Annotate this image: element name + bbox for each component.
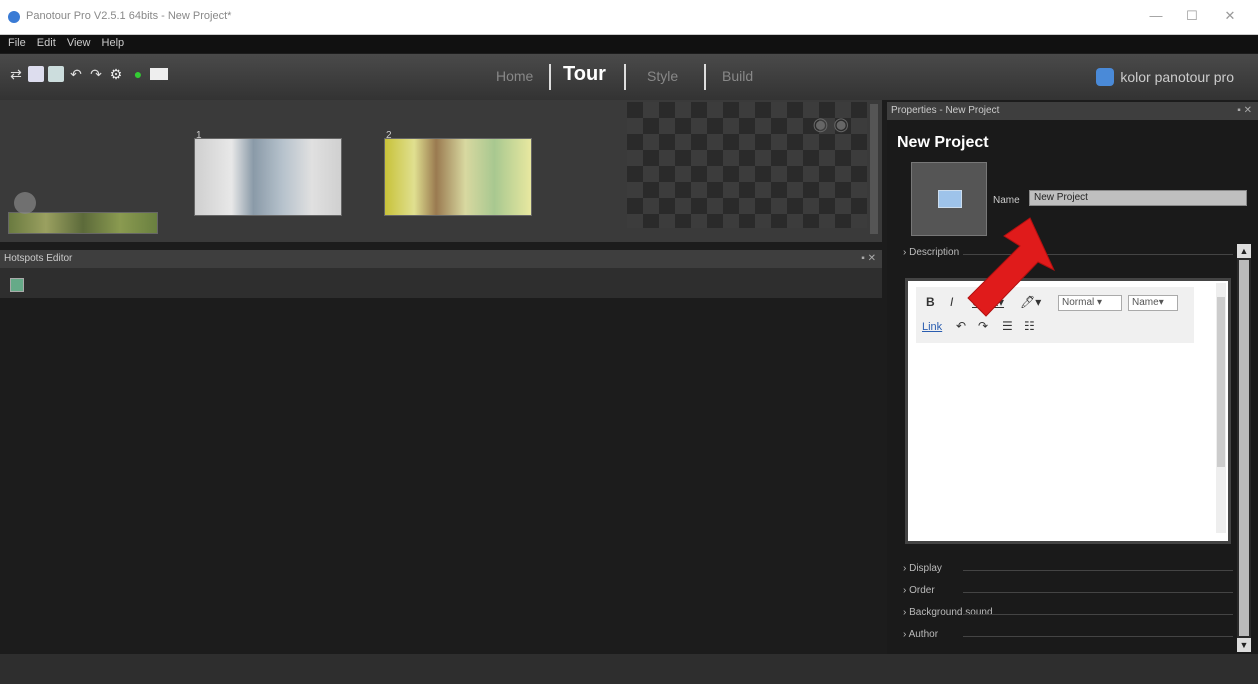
properties-scrollbar[interactable]: ▲ ▼ <box>1237 244 1251 652</box>
app-icon <box>8 11 20 23</box>
strip-scrollbar[interactable] <box>870 104 878 234</box>
tab-separator <box>704 64 706 90</box>
menu-file[interactable]: File <box>8 37 26 49</box>
editor-scrollbar[interactable] <box>1216 283 1226 533</box>
new-icon[interactable] <box>28 66 44 82</box>
save-icon[interactable] <box>48 66 64 82</box>
tab-home[interactable]: Home <box>496 68 533 84</box>
panel-title: Properties - New Project <box>891 105 1000 116</box>
section-display[interactable]: › Display <box>903 563 1233 574</box>
description-editor[interactable]: B I U A▾ 🖊▾ Normal ▾ Name▾ Link ↶ ↷ ☰ ☷ <box>905 278 1231 544</box>
main-toolbar: ⇄ ↶ ↷ ⚙ ● Home Tour Style Build kolor pa… <box>0 54 1258 100</box>
maximize-button[interactable]: ☐ <box>1182 8 1202 24</box>
redo-icon[interactable]: ↷ <box>978 319 988 333</box>
undo-icon[interactable]: ↶ <box>68 66 84 82</box>
section-order[interactable]: › Order <box>903 585 1233 596</box>
hotspot-icon[interactable] <box>10 278 24 292</box>
view-controls-icon: ◉ ◉ <box>812 114 849 134</box>
properties-panel: Properties - New Project ▪ ✕ New Project… <box>887 102 1258 654</box>
hotspots-toolbar <box>0 268 882 298</box>
panel-title: Hotspots Editor <box>4 253 73 264</box>
window-titlebar: Panotour Pro V2.5.1 64bits - New Project… <box>0 0 1258 35</box>
status-bar <box>0 654 1258 684</box>
brand-logo: kolor panotour pro <box>1096 68 1234 86</box>
section-background-sound[interactable]: › Background sound <box>903 607 1233 618</box>
close-button[interactable]: ✕ <box>1220 8 1240 24</box>
brand-name: kolor panotour pro <box>1120 69 1234 85</box>
minimize-button[interactable]: — <box>1146 8 1166 23</box>
project-name-input[interactable]: New Project <box>1029 190 1247 206</box>
image-icon <box>938 190 962 208</box>
menu-edit[interactable]: Edit <box>37 37 56 49</box>
font-select[interactable]: Name▾ <box>1128 295 1178 311</box>
hotspots-editor-panel: Hotspots Editor ▪ ✕ <box>0 250 882 654</box>
panel-controls-icon[interactable]: ▪ ✕ <box>1237 102 1252 120</box>
window-title: Panotour Pro V2.5.1 64bits - New Project… <box>26 10 232 22</box>
panorama-thumbnail[interactable] <box>384 138 532 216</box>
panel-header: Properties - New Project ▪ ✕ <box>887 102 1258 120</box>
play-icon[interactable]: ● <box>130 66 146 82</box>
scroll-down-arrow-icon[interactable]: ▼ <box>1237 638 1251 652</box>
settings-icon[interactable]: ⚙ <box>108 66 124 82</box>
tab-tour[interactable]: Tour <box>563 63 606 86</box>
section-description[interactable]: › Description <box>903 247 1233 258</box>
numbered-list-icon[interactable]: ☷ <box>1024 319 1035 333</box>
tab-build[interactable]: Build <box>722 68 753 84</box>
project-title: New Project <box>897 134 989 151</box>
italic-button[interactable]: I <box>950 295 953 309</box>
bullet-list-icon[interactable]: ☰ <box>1002 319 1013 333</box>
undo-icon[interactable]: ↶ <box>956 319 966 333</box>
link-button[interactable]: Link <box>922 321 942 333</box>
folder-icon[interactable] <box>150 68 168 80</box>
redo-icon[interactable]: ↷ <box>88 66 104 82</box>
panel-header: Hotspots Editor ▪ ✕ <box>0 250 882 268</box>
name-label: Name <box>993 195 1020 206</box>
menu-view[interactable]: View <box>67 37 91 49</box>
scrollbar-thumb[interactable] <box>1239 260 1249 636</box>
panorama-minimap[interactable] <box>8 212 158 234</box>
scroll-up-arrow-icon[interactable]: ▲ <box>1237 244 1251 258</box>
kolor-logo-icon <box>1096 68 1115 86</box>
tab-separator <box>549 64 551 90</box>
panorama-thumbnail[interactable] <box>194 138 342 216</box>
tab-style[interactable]: Style <box>647 68 678 84</box>
add-panorama-icon[interactable]: ⇄ <box>8 66 24 82</box>
section-author[interactable]: › Author <box>903 629 1233 640</box>
menu-bar: File Edit View Help <box>0 35 1258 53</box>
red-arrow-annotation <box>967 217 1056 317</box>
tab-separator <box>624 64 626 90</box>
globe-icon <box>14 192 36 214</box>
bold-button[interactable]: B <box>926 295 935 309</box>
panel-controls-icon[interactable]: ▪ ✕ <box>861 250 876 268</box>
menu-help[interactable]: Help <box>102 37 125 49</box>
panorama-preview[interactable]: ◉ ◉ <box>627 102 867 228</box>
